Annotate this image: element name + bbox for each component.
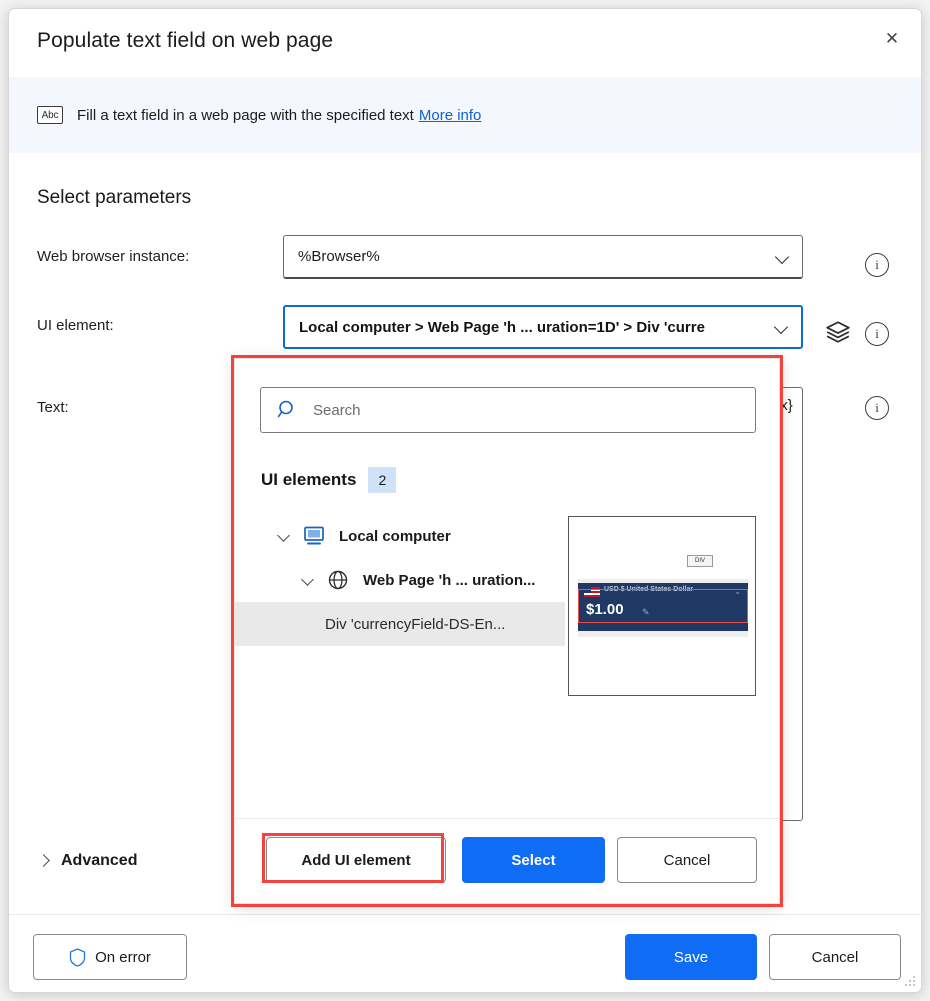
select-button[interactable]: Select [462,837,605,883]
add-ui-element-button[interactable]: Add UI element [266,837,446,883]
info-icon[interactable]: i [865,322,889,346]
description-banner: Abc Fill a text field in a web page with… [9,77,921,153]
save-button[interactable]: Save [625,934,757,980]
pencil-icon: ✎ [642,607,650,618]
cancel-button[interactable]: Cancel [769,934,901,980]
page-title: Populate text field on web page [37,29,333,53]
ui-elements-count-badge: 2 [368,467,396,493]
picker-separator [235,818,779,819]
element-preview: USD $ United States Dollar $1.00 ✎ ⌄ DIV [568,516,756,696]
tree-item-label: Local computer [339,528,451,545]
ui-element-combobox[interactable]: Local computer > Web Page 'h ... uration… [283,305,803,349]
preview-currency-code: USD $ United States Dollar [604,586,693,593]
dialog-titlebar: Populate text field on web page ✕ [9,9,921,77]
web-browser-instance-value: %Browser% [298,248,774,265]
preview-currency-widget: USD $ United States Dollar $1.00 ✎ ⌄ [578,583,748,631]
ui-element-picker-popup: Search UI elements 2 Local computer [234,358,780,904]
more-info-link[interactable]: More info [419,107,482,124]
chevron-down-icon: ⌄ [734,587,741,596]
on-error-label: On error [95,949,151,966]
on-error-button[interactable]: On error [33,934,187,980]
us-flag-icon [584,587,600,597]
advanced-toggle[interactable]: Advanced [37,852,137,870]
info-icon[interactable]: i [865,253,889,277]
close-icon[interactable]: ✕ [869,15,915,61]
tree-item-local-computer[interactable]: Local computer [235,514,565,558]
ui-elements-title: UI elements [261,470,356,490]
search-placeholder: Search [313,402,361,419]
populate-text-field-dialog: Populate text field on web page ✕ Abc Fi… [8,8,922,993]
tree-item-label: Div 'currencyField-DS-En... [325,616,505,633]
chevron-down-icon [773,318,791,336]
advanced-label: Advanced [61,852,137,870]
text-label: Text: [37,399,69,416]
abc-icon: Abc [37,106,63,124]
preview-element-tag: DIV [687,555,713,567]
tree-item-web-page[interactable]: Web Page 'h ... uration... [235,558,565,602]
picker-cancel-button[interactable]: Cancel [617,837,757,883]
search-icon [277,399,299,421]
monitor-icon [302,525,326,547]
banner-description: Fill a text field in a web page with the… [77,107,414,124]
chevron-down-icon [774,248,792,266]
layers-icon[interactable] [825,320,851,344]
chevron-down-icon[interactable] [301,574,314,587]
search-input[interactable]: Search [260,387,756,433]
ui-elements-heading: UI elements 2 [261,467,396,493]
ui-element-value: Local computer > Web Page 'h ... uration… [299,319,773,336]
preview-amount: $1.00 [586,601,624,618]
resize-grip[interactable] [904,975,917,988]
ui-elements-tree: Local computer Web Page 'h ... uration..… [235,514,565,646]
chevron-down-icon[interactable] [277,530,290,543]
globe-icon [326,569,350,591]
dialog-footer: On error Save Cancel [9,914,921,992]
web-browser-instance-combobox[interactable]: %Browser% [283,235,803,279]
web-browser-instance-label: Web browser instance: [37,248,189,265]
section-title: Select parameters [37,187,191,209]
shield-icon [69,948,86,967]
tree-item-label: Web Page 'h ... uration... [363,572,535,589]
info-icon[interactable]: i [865,396,889,420]
tree-item-div-currency-field[interactable]: Div 'currencyField-DS-En... [235,602,565,646]
chevron-right-icon [37,854,51,868]
ui-element-label: UI element: [37,317,114,334]
